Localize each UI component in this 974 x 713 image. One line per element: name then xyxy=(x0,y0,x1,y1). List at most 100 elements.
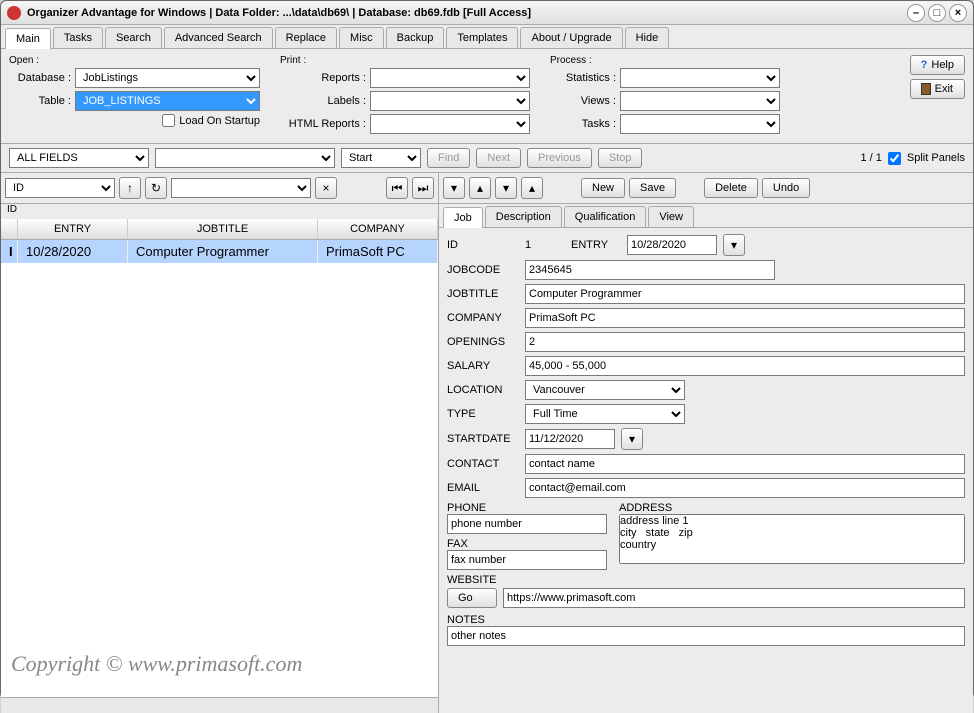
tab-hide[interactable]: Hide xyxy=(625,27,670,48)
filter-value-select[interactable] xyxy=(155,148,335,168)
address-input[interactable] xyxy=(619,514,965,564)
help-button[interactable]: ?Help xyxy=(910,55,965,75)
move-up-button[interactable]: ▴ xyxy=(469,177,491,199)
nav-last-button[interactable]: ⏭ xyxy=(412,177,434,199)
notes-label: NOTES xyxy=(447,614,965,626)
close-button[interactable]: × xyxy=(949,4,967,22)
table-row[interactable]: I 10/28/2020 Computer Programmer PrimaSo… xyxy=(1,240,438,263)
tab-replace[interactable]: Replace xyxy=(275,27,337,48)
website-input[interactable] xyxy=(503,588,965,608)
horizontal-scrollbar[interactable] xyxy=(1,697,438,713)
clear-button[interactable]: × xyxy=(315,177,337,199)
startdate-input[interactable] xyxy=(525,429,615,449)
new-button[interactable]: New xyxy=(581,178,625,198)
tab-tasks[interactable]: Tasks xyxy=(53,27,103,48)
expand-button[interactable]: ▴ xyxy=(521,177,543,199)
entry-label: ENTRY xyxy=(571,239,621,251)
fax-input[interactable] xyxy=(447,550,607,570)
tab-backup[interactable]: Backup xyxy=(386,27,445,48)
sort-asc-button[interactable]: ↑ xyxy=(119,177,141,199)
sort-select[interactable]: ID xyxy=(5,178,115,198)
right-panel: ▾ ▴ ▾ ▴ New Save Delete Undo JobDescript… xyxy=(439,173,973,713)
company-label: COMPANY xyxy=(447,312,519,324)
undo-button[interactable]: Undo xyxy=(762,178,810,198)
views-select[interactable] xyxy=(620,91,780,111)
salary-input[interactable] xyxy=(525,356,965,376)
tasks-label: Tasks : xyxy=(550,118,616,130)
tab-search[interactable]: Search xyxy=(105,27,162,48)
sort-sub-label: ID xyxy=(1,204,438,219)
cell-entry: 10/28/2020 xyxy=(18,240,128,263)
detail-tab-view[interactable]: View xyxy=(648,206,694,227)
stats-select[interactable] xyxy=(620,68,780,88)
detail-tab-description[interactable]: Description xyxy=(485,206,562,227)
detail-tab-job[interactable]: Job xyxy=(443,207,483,228)
jobcode-label: JOBCODE xyxy=(447,264,519,276)
location-select[interactable]: Vancouver xyxy=(525,380,685,400)
tab-templates[interactable]: Templates xyxy=(446,27,518,48)
tab-main[interactable]: Main xyxy=(5,28,51,49)
maximize-button[interactable]: □ xyxy=(928,4,946,22)
save-button[interactable]: Save xyxy=(629,178,676,198)
nav-first-button[interactable]: ⏮ xyxy=(386,177,408,199)
main-tabs: MainTasksSearchAdvanced SearchReplaceMis… xyxy=(1,25,973,49)
left-panel: ID ↑ ↻ × ⏮ ⏭ ID ENTRY JOBTITLE COMPANY I… xyxy=(1,173,439,713)
html-reports-select[interactable] xyxy=(370,114,530,134)
notes-input[interactable] xyxy=(447,626,965,646)
refresh-button[interactable]: ↻ xyxy=(145,177,167,199)
jobtitle-label: JOBTITLE xyxy=(447,288,519,300)
entry-date-picker[interactable]: ▾ xyxy=(723,234,745,256)
col-jobtitle[interactable]: JOBTITLE xyxy=(128,219,318,239)
delete-button[interactable]: Delete xyxy=(704,178,758,198)
contact-input[interactable] xyxy=(525,454,965,474)
type-select[interactable]: Full Time xyxy=(525,404,685,424)
database-select[interactable]: JobListings xyxy=(75,68,260,88)
filter-mode-select[interactable]: Start xyxy=(341,148,421,168)
split-panels-checkbox[interactable] xyxy=(888,152,901,165)
fields-select[interactable]: ALL FIELDS xyxy=(9,148,149,168)
labels-label: Labels : xyxy=(280,95,366,107)
tab-about-upgrade[interactable]: About / Upgrade xyxy=(520,27,622,48)
row-marker-col xyxy=(1,219,18,239)
phone-input[interactable] xyxy=(447,514,607,534)
load-startup-checkbox[interactable] xyxy=(162,114,175,127)
database-label: Database : xyxy=(9,72,71,84)
openings-input[interactable] xyxy=(525,332,965,352)
entry-input[interactable] xyxy=(627,235,717,255)
collapse-button[interactable]: ▾ xyxy=(443,177,465,199)
table-label: Table : xyxy=(9,95,71,107)
salary-label: SALARY xyxy=(447,360,519,372)
website-go-button[interactable]: Go xyxy=(447,588,497,608)
col-entry[interactable]: ENTRY xyxy=(18,219,128,239)
jobtitle-input[interactable] xyxy=(525,284,965,304)
jobcode-input[interactable] xyxy=(525,260,775,280)
labels-select[interactable] xyxy=(370,91,530,111)
detail-tab-qualification[interactable]: Qualification xyxy=(564,206,647,227)
minimize-button[interactable]: – xyxy=(907,4,925,22)
phone-label: PHONE xyxy=(447,502,607,514)
sort2-select[interactable] xyxy=(171,178,311,198)
company-input[interactable] xyxy=(525,308,965,328)
window-title: Organizer Advantage for Windows | Data F… xyxy=(27,7,904,19)
watermark: Copyright © www.primasoft.com xyxy=(11,651,302,677)
exit-button[interactable]: Exit xyxy=(910,79,965,99)
tasks-select[interactable] xyxy=(620,114,780,134)
col-company[interactable]: COMPANY xyxy=(318,219,438,239)
tab-advanced-search[interactable]: Advanced Search xyxy=(164,27,273,48)
tab-misc[interactable]: Misc xyxy=(339,27,384,48)
contact-label: CONTACT xyxy=(447,458,519,470)
row-marker: I xyxy=(1,240,18,263)
load-startup-label: Load On Startup xyxy=(179,115,260,127)
split-panels-label: Split Panels xyxy=(907,152,965,164)
move-down-button[interactable]: ▾ xyxy=(495,177,517,199)
startdate-picker[interactable]: ▾ xyxy=(621,428,643,450)
next-button[interactable]: Next xyxy=(476,148,521,168)
email-input[interactable] xyxy=(525,478,965,498)
find-button[interactable]: Find xyxy=(427,148,470,168)
stop-button[interactable]: Stop xyxy=(598,148,643,168)
process-group: Process : Statistics : Views : Tasks : xyxy=(550,55,780,137)
grid-header: ENTRY JOBTITLE COMPANY xyxy=(1,219,438,240)
previous-button[interactable]: Previous xyxy=(527,148,592,168)
reports-select[interactable] xyxy=(370,68,530,88)
table-select[interactable]: JOB_LISTINGS xyxy=(75,91,260,111)
